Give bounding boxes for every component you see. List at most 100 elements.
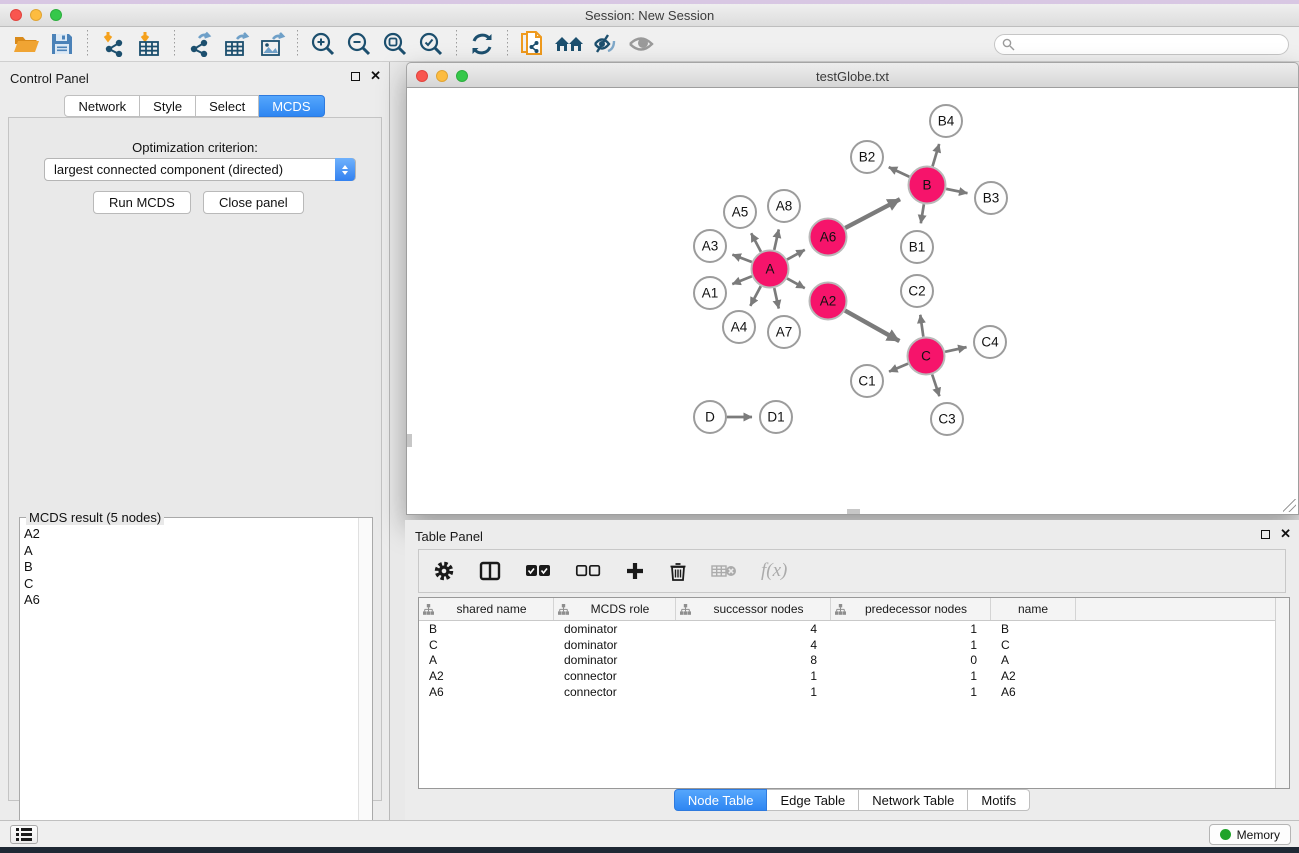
criterion-value: largest connected component (directed) — [54, 162, 283, 177]
graph-node-B3[interactable]: B3 — [975, 182, 1007, 214]
svg-text:D: D — [705, 410, 715, 425]
result-item[interactable]: C — [24, 576, 356, 593]
export-table-icon — [223, 31, 250, 57]
open-file-button[interactable] — [8, 29, 44, 59]
control-panel-title: Control Panel — [10, 71, 89, 86]
graph-node-A[interactable]: A — [752, 251, 789, 288]
panel-toggle-button[interactable] — [10, 825, 38, 844]
result-item[interactable]: A6 — [24, 592, 356, 609]
clear-selection-button[interactable] — [575, 564, 601, 578]
table-cell: A — [419, 653, 554, 667]
criterion-dropdown[interactable]: largest connected component (directed) — [44, 158, 356, 181]
delete-table-button-disabled — [711, 563, 737, 579]
hide-graphics-details-button[interactable] — [587, 29, 623, 59]
graph-node-A5[interactable]: A5 — [724, 196, 756, 228]
select-all-button[interactable] — [525, 564, 551, 578]
network-window-titlebar[interactable]: testGlobe.txt — [406, 62, 1299, 88]
graph-node-A3[interactable]: A3 — [694, 230, 726, 262]
network-canvas[interactable]: B4 B2 B B3 B1 A5 A8 A6 A3 A A1 C2 A2 A4 A7 C4 C C1 C3 D D1 — [406, 88, 1299, 515]
table-row[interactable]: Cdominator41C — [419, 637, 1289, 653]
close-table-panel-icon[interactable]: ✕ — [1280, 529, 1291, 539]
column-header-name[interactable]: name — [991, 598, 1076, 620]
tab-network-table[interactable]: Network Table — [859, 789, 968, 811]
delete-row-button[interactable] — [669, 561, 687, 582]
result-item[interactable]: A2 — [24, 526, 356, 543]
graph-node-B4[interactable]: B4 — [930, 105, 962, 137]
tab-network[interactable]: Network — [64, 95, 140, 117]
tab-motifs[interactable]: Motifs — [968, 789, 1030, 811]
column-header-successor-nodes[interactable]: successor nodes — [676, 598, 831, 620]
table-row[interactable]: A6connector11A6 — [419, 684, 1289, 700]
table-cell: 8 — [676, 653, 831, 667]
import-network-button[interactable] — [95, 29, 131, 59]
result-item[interactable]: B — [24, 559, 356, 576]
graph-node-C2[interactable]: C2 — [901, 275, 933, 307]
graph-node-A6[interactable]: A6 — [810, 219, 847, 256]
graph-node-A2[interactable]: A2 — [810, 283, 847, 320]
search-field-wrap — [994, 34, 1289, 55]
float-panel-icon[interactable] — [351, 72, 360, 81]
graph-node-C3[interactable]: C3 — [931, 403, 963, 435]
table-cell: 1 — [831, 669, 991, 683]
tab-select[interactable]: Select — [196, 95, 259, 117]
table-panel-title: Table Panel — [415, 529, 483, 544]
canvas-hscroll-thumb[interactable] — [847, 509, 860, 514]
tab-edge-table[interactable]: Edge Table — [767, 789, 859, 811]
save-session-button[interactable] — [44, 29, 80, 59]
export-table-button[interactable] — [218, 29, 254, 59]
table-row[interactable]: Adominator80A — [419, 652, 1289, 668]
export-image-button[interactable] — [254, 29, 290, 59]
memory-button[interactable]: Memory — [1209, 824, 1291, 845]
float-table-panel-icon[interactable] — [1261, 530, 1270, 539]
run-mcds-button[interactable]: Run MCDS — [93, 191, 191, 214]
graph-node-A7[interactable]: A7 — [768, 316, 800, 348]
table-scrollbar[interactable] — [1275, 598, 1289, 788]
graph-node-A1[interactable]: A1 — [694, 277, 726, 309]
graph-node-D1[interactable]: D1 — [760, 401, 792, 433]
control-panel: Control Panel ✕ NetworkStyleSelectMCDS O… — [0, 62, 390, 820]
tab-style[interactable]: Style — [140, 95, 196, 117]
show-columns-button[interactable] — [479, 561, 501, 581]
zoom-out-button[interactable] — [341, 29, 377, 59]
home-pages-button[interactable] — [551, 29, 587, 59]
table-settings-button[interactable] — [433, 560, 455, 582]
table-cell: 1 — [831, 685, 991, 699]
tab-node-table[interactable]: Node Table — [674, 789, 768, 811]
canvas-vscroll-thumb[interactable] — [407, 434, 412, 447]
table-cell: dominator — [554, 622, 676, 636]
resize-grip-icon[interactable] — [1283, 499, 1296, 512]
graph-node-B1[interactable]: B1 — [901, 231, 933, 263]
graph-node-D[interactable]: D — [694, 401, 726, 433]
zoom-selected-button[interactable] — [413, 29, 449, 59]
import-table-button[interactable] — [131, 29, 167, 59]
graph-node-C1[interactable]: C1 — [851, 365, 883, 397]
close-panel-button[interactable]: Close panel — [203, 191, 304, 214]
add-row-button[interactable] — [625, 561, 645, 581]
graph-node-B[interactable]: B — [909, 167, 946, 204]
graph-node-A8[interactable]: A8 — [768, 190, 800, 222]
column-header-predecessor-nodes[interactable]: predecessor nodes — [831, 598, 991, 620]
network-from-file-button[interactable] — [515, 29, 551, 59]
tab-mcds[interactable]: MCDS — [259, 95, 324, 117]
export-network-button[interactable] — [182, 29, 218, 59]
graph-node-C4[interactable]: C4 — [974, 326, 1006, 358]
graph-edge-C-C3 — [932, 374, 939, 396]
graph-node-B2[interactable]: B2 — [851, 141, 883, 173]
close-panel-icon[interactable]: ✕ — [370, 71, 381, 81]
apply-layout-button[interactable] — [464, 29, 500, 59]
svg-text:A1: A1 — [702, 286, 719, 301]
zoom-fit-button[interactable] — [377, 29, 413, 59]
graph-node-A4[interactable]: A4 — [723, 311, 755, 343]
graph-node-C[interactable]: C — [908, 338, 945, 375]
column-header-shared-name[interactable]: shared name — [419, 598, 554, 620]
result-item[interactable]: A — [24, 543, 356, 560]
show-graphics-details-button[interactable] — [623, 29, 659, 59]
table-cell: B — [991, 622, 1076, 636]
result-scrollbar[interactable] — [358, 518, 372, 853]
table-row[interactable]: Bdominator41B — [419, 621, 1289, 637]
folder-icon — [13, 32, 40, 56]
search-input[interactable] — [994, 34, 1289, 55]
zoom-in-button[interactable] — [305, 29, 341, 59]
column-header-MCDS-role[interactable]: MCDS role — [554, 598, 676, 620]
table-row[interactable]: A2connector11A2 — [419, 668, 1289, 684]
